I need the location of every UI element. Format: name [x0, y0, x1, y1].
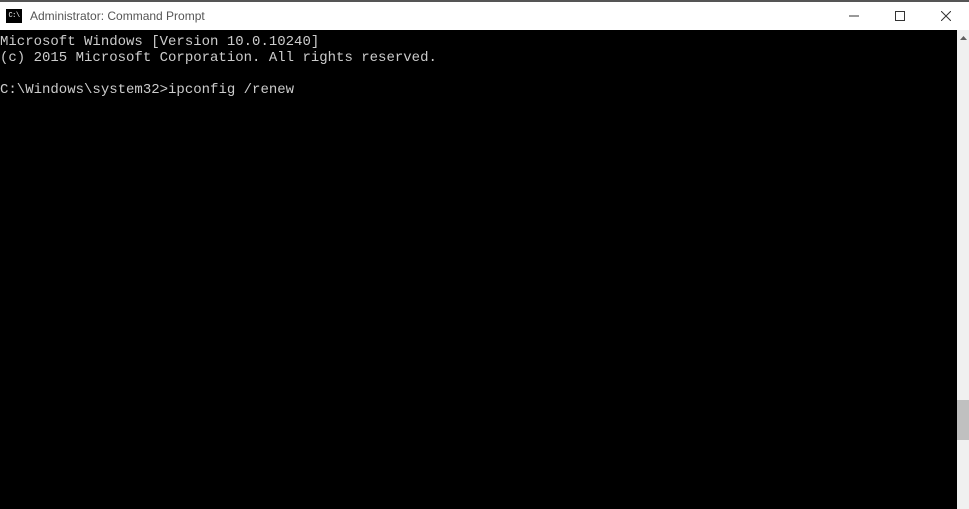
terminal-output-line: (c) 2015 Microsoft Corporation. All righ… — [0, 50, 957, 66]
scrollbar-thumb[interactable] — [957, 400, 969, 440]
prompt-text: C:\Windows\system32> — [0, 82, 168, 98]
terminal-output-line: Microsoft Windows [Version 10.0.10240] — [0, 34, 957, 50]
window-controls — [831, 2, 969, 30]
terminal-prompt-line: C:\Windows\system32>ipconfig /renew — [0, 82, 957, 98]
window-title: Administrator: Command Prompt — [30, 9, 831, 23]
close-icon — [941, 11, 951, 21]
command-input[interactable]: ipconfig /renew — [168, 82, 294, 98]
maximize-icon — [895, 11, 905, 21]
app-icon: C:\ — [6, 9, 22, 23]
close-button[interactable] — [923, 2, 969, 30]
vertical-scrollbar[interactable] — [957, 30, 969, 509]
titlebar[interactable]: C:\ Administrator: Command Prompt — [0, 0, 969, 30]
terminal-area[interactable]: Microsoft Windows [Version 10.0.10240] (… — [0, 30, 957, 509]
chevron-up-icon — [960, 36, 967, 40]
minimize-icon — [849, 11, 859, 21]
maximize-button[interactable] — [877, 2, 923, 30]
minimize-button[interactable] — [831, 2, 877, 30]
scroll-up-button[interactable] — [957, 30, 969, 45]
app-icon-text: C:\ — [8, 13, 19, 20]
